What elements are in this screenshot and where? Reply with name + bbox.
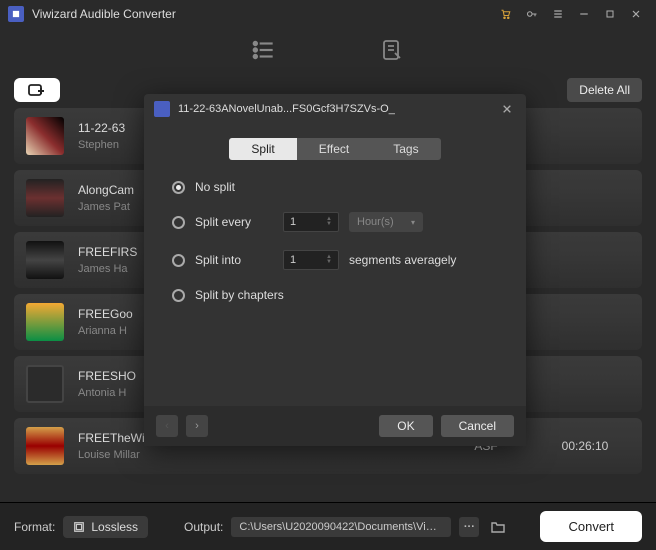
radio-split-into[interactable] <box>172 254 185 267</box>
view-toolbar <box>0 28 656 72</box>
edit-view-icon[interactable] <box>378 38 406 62</box>
radio-no-split[interactable] <box>172 181 185 194</box>
minimize-button[interactable] <box>572 2 596 26</box>
app-title: Viwizard Audible Converter <box>32 7 176 21</box>
next-item-button[interactable]: › <box>186 415 208 437</box>
split-every-value[interactable]: 1 ▲▼ <box>283 212 339 232</box>
format-value: Lossless <box>91 520 138 534</box>
dialog-footer: ‹ › OK Cancel <box>144 406 526 446</box>
dialog-body: No split Split every 1 ▲▼ Hour(s) ▾ Spli… <box>144 160 526 406</box>
path-more-button[interactable]: ··· <box>459 517 479 537</box>
cover-image <box>26 427 64 465</box>
output-path[interactable]: C:\Users\U2020090422\Documents\Viwiza <box>231 517 451 537</box>
edit-dialog: 11-22-63ANovelUnab...FS0Gcf3H7SZVs-O_ Sp… <box>144 94 526 446</box>
split-chapters-label: Split by chapters <box>195 288 284 302</box>
cover-image <box>26 179 64 217</box>
cover-image <box>26 117 64 155</box>
radio-split-every[interactable] <box>172 216 185 229</box>
item-author: Louise Millar <box>78 449 432 461</box>
title-bar: Viwizard Audible Converter <box>0 0 656 28</box>
split-every-label: Split every <box>195 215 273 229</box>
split-into-suffix: segments averagely <box>349 253 456 267</box>
split-into-label: Split into <box>195 253 273 267</box>
menu-icon[interactable] <box>546 2 570 26</box>
split-into-value[interactable]: 1 ▲▼ <box>283 250 339 270</box>
tab-effect[interactable]: Effect <box>297 138 371 160</box>
option-split-into[interactable]: Split into 1 ▲▼ segments averagely <box>172 250 498 270</box>
app-logo <box>8 6 24 22</box>
delete-all-button[interactable]: Delete All <box>567 78 642 102</box>
dialog-header: 11-22-63ANovelUnab...FS0Gcf3H7SZVs-O_ <box>144 94 526 124</box>
close-button[interactable] <box>624 2 648 26</box>
cover-image <box>26 303 64 341</box>
option-split-every[interactable]: Split every 1 ▲▼ Hour(s) ▾ <box>172 212 498 232</box>
split-every-unit[interactable]: Hour(s) ▾ <box>349 212 423 232</box>
dialog-tabs: Split Effect Tags <box>144 138 526 160</box>
format-label: Format: <box>14 520 55 534</box>
dialog-title: 11-22-63ANovelUnab...FS0Gcf3H7SZVs-O_ <box>178 103 490 115</box>
key-icon[interactable] <box>520 2 544 26</box>
dialog-close-button[interactable] <box>498 100 516 118</box>
cancel-button[interactable]: Cancel <box>441 415 514 437</box>
cart-icon[interactable] <box>494 2 518 26</box>
open-folder-button[interactable] <box>487 516 509 538</box>
option-split-chapters[interactable]: Split by chapters <box>172 288 498 302</box>
bottom-bar: Format: Lossless Output: C:\Users\U20200… <box>0 502 656 550</box>
item-duration: 00:26:10 <box>540 439 630 453</box>
prev-item-button[interactable]: ‹ <box>156 415 178 437</box>
option-no-split[interactable]: No split <box>172 180 498 194</box>
ok-button[interactable]: OK <box>379 415 432 437</box>
list-view-icon[interactable] <box>250 38 278 62</box>
tab-split[interactable]: Split <box>229 138 296 160</box>
tab-tags[interactable]: Tags <box>371 138 440 160</box>
add-button[interactable] <box>14 78 60 102</box>
output-label: Output: <box>184 520 223 534</box>
convert-button[interactable]: Convert <box>540 511 642 542</box>
dialog-logo <box>154 101 170 117</box>
format-selector[interactable]: Lossless <box>63 516 148 538</box>
cover-image <box>26 365 64 403</box>
radio-split-chapters[interactable] <box>172 289 185 302</box>
cover-image <box>26 241 64 279</box>
maximize-button[interactable] <box>598 2 622 26</box>
no-split-label: No split <box>195 180 235 194</box>
